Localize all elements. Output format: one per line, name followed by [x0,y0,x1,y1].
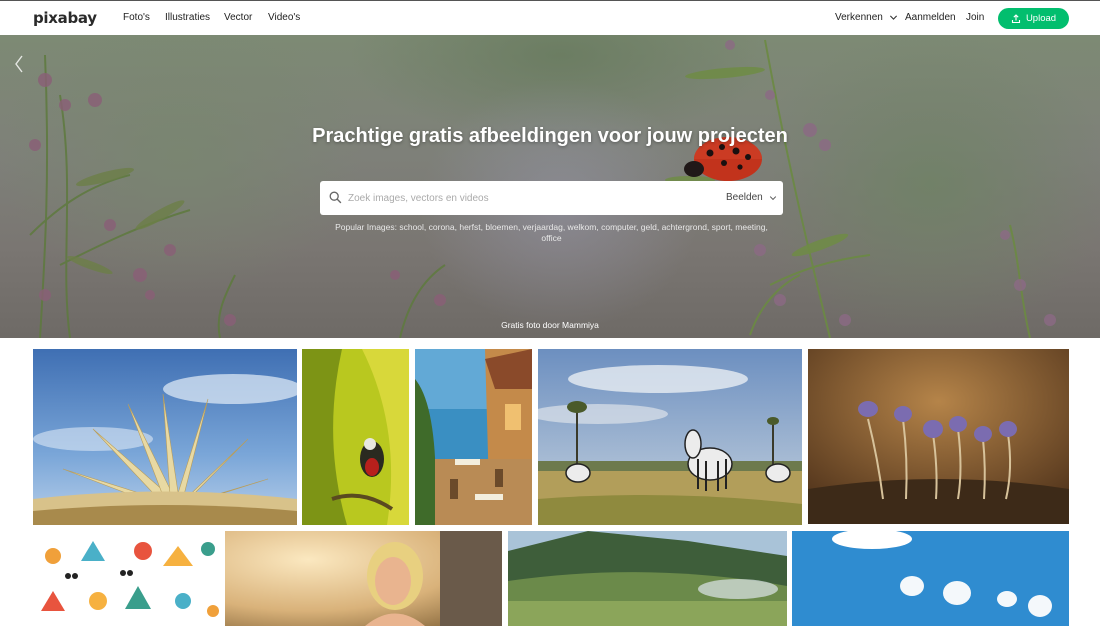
hero-title: Prachtige gratis afbeeldingen voor jouw … [312,125,788,147]
chevron-down-icon [769,195,776,200]
search-bar: Beelden [320,181,783,215]
explore-dropdown[interactable]: Verkennen [835,12,898,23]
photo-credit[interactable]: Gratis foto door Mammiya [0,320,1100,330]
hero-banner: Prachtige gratis afbeeldingen voor jouw … [0,35,1100,338]
search-icon[interactable] [329,191,342,204]
upload-button[interactable]: Upload [998,8,1069,29]
hero-prev-arrow-icon[interactable] [14,55,24,73]
popular-searches[interactable]: Popular Images: school, corona, herfst, … [330,222,773,244]
gallery-image-clouds[interactable] [792,531,1069,626]
explore-label: Verkennen [835,12,883,23]
gallery-image-terrace[interactable] [415,349,532,525]
gallery-image-summer-pattern[interactable] [33,531,220,626]
gallery-image-woman[interactable] [225,531,502,626]
join-link[interactable]: Join [966,12,984,23]
nav-link-illustrations[interactable]: Illustraties [165,12,210,23]
nav-link-vector[interactable]: Vector [224,12,252,23]
search-type-label: Beelden [726,192,763,203]
gallery-image-pasque-flowers[interactable] [808,349,1069,524]
gallery-image-book[interactable] [33,349,297,525]
gallery-image-valley[interactable] [508,531,787,626]
nav-link-videos[interactable]: Video's [268,12,300,23]
gallery-image-bird[interactable] [302,349,409,525]
pixabay-logo[interactable]: pixabay [33,9,97,27]
chevron-down-icon [889,15,897,20]
upload-label: Upload [1025,13,1057,24]
top-navigation: pixabay Foto's Illustraties Vector Video… [0,1,1100,35]
search-input[interactable] [348,189,678,207]
login-link[interactable]: Aanmelden [905,12,956,23]
search-type-dropdown[interactable]: Beelden [726,192,777,203]
nav-link-photos[interactable]: Foto's [123,12,150,23]
gallery-image-zebras[interactable] [538,349,802,525]
upload-icon [1011,13,1020,23]
